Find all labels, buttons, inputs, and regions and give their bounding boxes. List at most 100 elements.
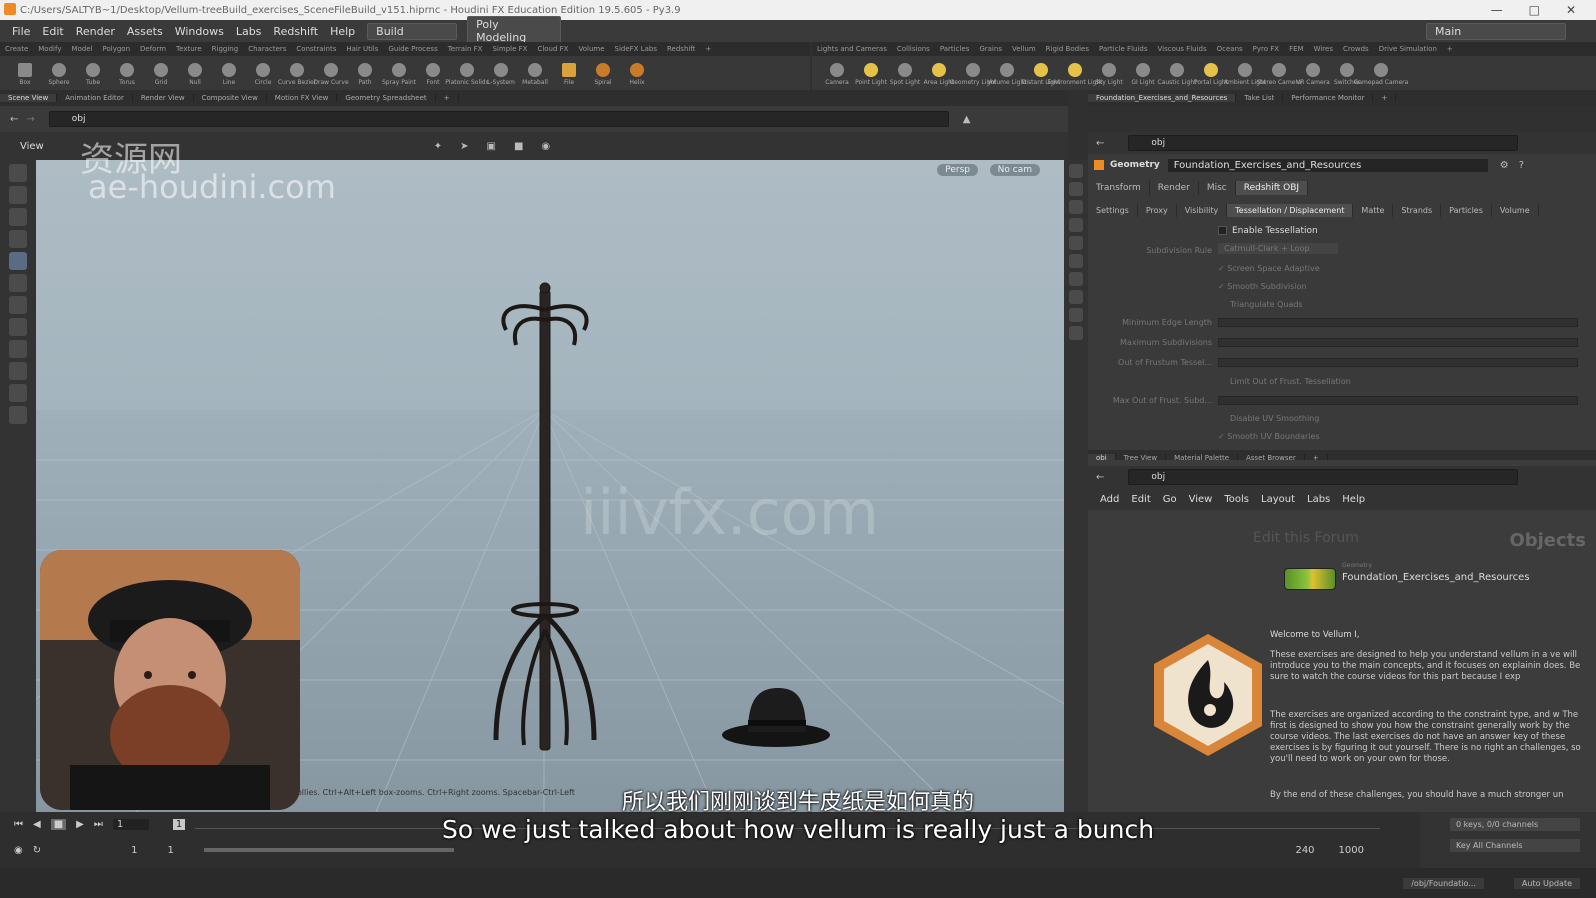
shelf-tab[interactable]: Polygon: [98, 45, 136, 53]
menu-windows[interactable]: Windows: [169, 25, 230, 38]
viewer-path-field[interactable]: obj: [48, 111, 949, 127]
display-options-icon[interactable]: ▣: [487, 141, 496, 152]
menu-render[interactable]: Render: [70, 25, 121, 38]
out-frustum-slider[interactable]: [1218, 358, 1578, 367]
max-out-slider[interactable]: [1218, 396, 1578, 405]
shelf-tab[interactable]: Viscous Fluids: [1153, 45, 1212, 53]
shelf-tab[interactable]: Pyro FX: [1248, 45, 1284, 53]
shelf-tab[interactable]: Cloud FX: [532, 45, 573, 53]
realtime-icon[interactable]: ◉: [14, 845, 23, 856]
tab-composite-view[interactable]: Composite View: [194, 94, 267, 102]
tool-torus[interactable]: Torus: [110, 60, 144, 86]
net-menu-layout[interactable]: Layout: [1261, 494, 1295, 505]
tool-spray-paint[interactable]: Spray Paint: [382, 60, 416, 86]
tool-null[interactable]: Null: [178, 60, 212, 86]
pose-tool-icon[interactable]: [9, 274, 27, 292]
shelf-tab[interactable]: Texture: [171, 45, 207, 53]
main-desktop-selector[interactable]: Main: [1426, 22, 1566, 40]
enable-tessellation-row[interactable]: Enable Tessellation: [1218, 226, 1318, 236]
add-shelf-icon[interactable]: +: [700, 45, 716, 53]
shelf-tab[interactable]: Lights and Cameras: [812, 45, 892, 53]
vertex-display-icon[interactable]: [1069, 272, 1083, 286]
brush-tool-icon[interactable]: [9, 318, 27, 336]
node-name-field[interactable]: Foundation_Exercises_and_Resources: [1167, 158, 1488, 172]
shelf-tab[interactable]: Grains: [974, 45, 1007, 53]
smooth-uv-row[interactable]: ✓ Smooth UV Boundaries: [1218, 432, 1320, 441]
shelf-tab[interactable]: Rigid Bodies: [1041, 45, 1094, 53]
shelf-tab[interactable]: Crowds: [1338, 45, 1374, 53]
tab-take-list[interactable]: Take List: [1236, 94, 1284, 102]
display-icon[interactable]: [1069, 164, 1083, 178]
range-end-field[interactable]: 240: [1295, 845, 1314, 856]
tool-gamepad-camera[interactable]: Gamepad Camera: [1354, 60, 1408, 86]
tab-transform[interactable]: Transform: [1088, 181, 1150, 195]
tool-platonic[interactable]: Platonic Solids: [445, 60, 489, 86]
tab-geometry-spreadsheet[interactable]: Geometry Spreadsheet: [337, 94, 436, 102]
shelf-tab[interactable]: Terrain FX: [443, 45, 488, 53]
ghost-icon[interactable]: [1069, 200, 1083, 214]
shelf-tab[interactable]: Collisions: [892, 45, 935, 53]
tool-geometry-light[interactable]: Geometry Light: [950, 60, 996, 86]
tool-tube[interactable]: Tube: [76, 60, 110, 86]
tool-spiral[interactable]: Spiral: [586, 60, 620, 86]
menu-labs[interactable]: Labs: [230, 25, 268, 38]
tab-performance-monitor[interactable]: Performance Monitor: [1283, 94, 1374, 102]
net-menu-view[interactable]: View: [1189, 494, 1213, 505]
build-selector[interactable]: Build: [367, 22, 458, 40]
handle-tool-icon[interactable]: [9, 252, 27, 270]
range-slider[interactable]: [203, 848, 454, 852]
tool-sky-light[interactable]: Sky Light: [1092, 60, 1126, 86]
tool-spot-light[interactable]: Spot Light: [888, 60, 922, 86]
network-pane[interactable]: ← obj Add Edit Go View Tools Layout Labs…: [1088, 460, 1596, 812]
view-menu[interactable]: View: [20, 141, 44, 152]
tool-metaball[interactable]: Metaball: [518, 60, 552, 86]
min-edge-slider[interactable]: [1218, 318, 1578, 327]
range-start2-field[interactable]: 1: [168, 845, 174, 856]
tool-curve-bezier[interactable]: Curve Bezier: [278, 60, 316, 86]
tool-circle[interactable]: Circle: [246, 60, 280, 86]
maximize-icon[interactable]: □: [1529, 3, 1540, 17]
tab-redshift-obj[interactable]: Redshift OBJ: [1235, 181, 1309, 195]
move-tool-icon[interactable]: [9, 186, 27, 204]
back-arrow-icon[interactable]: ←: [1096, 138, 1104, 149]
back-arrow-icon[interactable]: ←: [10, 114, 18, 125]
tab-motion-fx-view[interactable]: Motion FX View: [267, 94, 338, 102]
tool-portal-light[interactable]: Portal Light: [1194, 60, 1228, 86]
tool-point-light[interactable]: Point Light: [854, 60, 888, 86]
max-subdiv-slider[interactable]: [1218, 338, 1578, 347]
minimize-icon[interactable]: —: [1491, 3, 1503, 17]
camera-menu[interactable]: No cam: [989, 164, 1040, 176]
net-menu-labs[interactable]: Labs: [1307, 494, 1330, 505]
tool-file[interactable]: File: [552, 60, 586, 86]
screen-space-row[interactable]: ✓ Screen Space Adaptive: [1218, 264, 1320, 273]
tab-particles[interactable]: Particles: [1441, 203, 1492, 217]
tab-matte[interactable]: Matte: [1353, 203, 1394, 217]
smooth-subdiv-row[interactable]: ✓ Smooth Subdivision: [1218, 282, 1307, 291]
disable-uv-row[interactable]: Disable UV Smoothing: [1230, 414, 1319, 423]
tool-lsystem[interactable]: L-System: [484, 60, 518, 86]
shelf-tab[interactable]: Oceans: [1212, 45, 1248, 53]
tool-camera[interactable]: Camera: [820, 60, 854, 86]
lock-camera-icon[interactable]: [1069, 182, 1083, 196]
tab-settings[interactable]: Settings: [1088, 203, 1138, 217]
gear-icon[interactable]: ⚙: [1500, 160, 1509, 171]
light-tool-icon[interactable]: [9, 406, 27, 424]
enable-tessellation-checkbox[interactable]: [1218, 226, 1227, 235]
shelf-tab[interactable]: Model: [66, 45, 97, 53]
shelf-tab[interactable]: Deform: [135, 45, 171, 53]
tab-render[interactable]: Render: [1150, 181, 1199, 195]
tool-path[interactable]: Path: [348, 60, 382, 86]
tool-stereo-camera[interactable]: Stereo Camera: [1257, 60, 1302, 86]
back-arrow-icon[interactable]: ←: [1096, 472, 1104, 483]
shelf-tab[interactable]: Simple FX: [487, 45, 532, 53]
tool-env-light[interactable]: Environment Light: [1047, 60, 1103, 86]
tool-caustic-light[interactable]: Caustic Light: [1158, 60, 1197, 86]
tool-gi-light[interactable]: GI Light: [1126, 60, 1160, 86]
tab-volume[interactable]: Volume: [1492, 203, 1539, 217]
tool-vr-camera[interactable]: VR Camera: [1296, 60, 1330, 86]
help-icon[interactable]: ?: [1519, 160, 1524, 171]
add-shelf-icon[interactable]: +: [1442, 45, 1458, 53]
shelf-tab[interactable]: Particles: [935, 45, 975, 53]
tool-volume-light[interactable]: Volume Light: [987, 60, 1027, 86]
range-end2-field[interactable]: 1000: [1339, 845, 1364, 856]
